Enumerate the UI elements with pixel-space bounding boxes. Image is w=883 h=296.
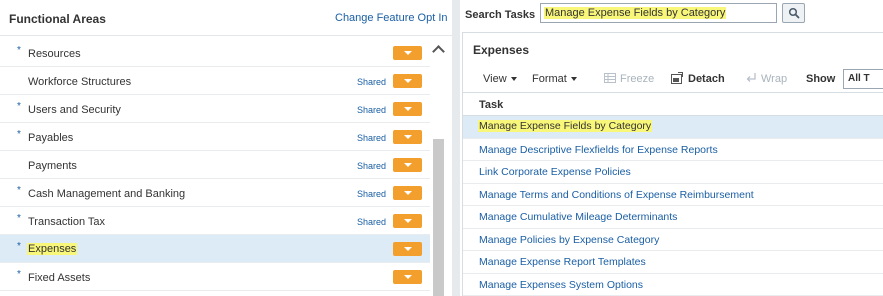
wrap-button[interactable]: Wrap (761, 73, 787, 85)
required-star: * (17, 101, 21, 112)
area-row-workforce-structures[interactable]: Workforce Structures Shared (0, 67, 430, 95)
area-actions-dropdown[interactable] (393, 102, 422, 116)
table-toolbar: View Format Freeze Detach Wrap Show All … (463, 67, 883, 91)
area-row-users-and-security[interactable]: * Users and Security Shared (0, 95, 430, 123)
required-star: * (17, 185, 21, 196)
panel-splitter[interactable] (452, 0, 460, 296)
format-menu[interactable]: Format (532, 73, 577, 85)
view-menu-label: View (483, 73, 507, 85)
area-label: Resources (28, 48, 81, 60)
wrap-icon (746, 73, 756, 82)
task-column-label: Task (479, 99, 504, 111)
chevron-down-icon (510, 77, 517, 82)
show-label: Show (806, 73, 836, 85)
task-link[interactable]: Manage Expense Report Templates (479, 256, 646, 268)
task-link[interactable]: Manage Terms and Conditions of Expense R… (479, 189, 754, 201)
areas-scrollbar[interactable] (431, 39, 445, 296)
tasks-panel: Search Tasks Manage Expense Fields by Ca… (460, 0, 883, 296)
search-tasks-input[interactable]: Manage Expense Fields by Category (540, 3, 777, 23)
task-link[interactable]: Link Corporate Expense Policies (479, 166, 631, 178)
search-button[interactable] (782, 3, 805, 23)
area-actions-dropdown[interactable] (393, 46, 422, 60)
search-tasks-value: Manage Expense Fields by Category (544, 7, 727, 19)
area-actions-dropdown[interactable] (393, 270, 422, 284)
tasks-table: Task Manage Expense Fields by Category M… (463, 92, 883, 296)
area-row-transaction-tax[interactable]: * Transaction Tax Shared (0, 207, 430, 235)
chevron-down-icon (570, 77, 577, 82)
expenses-region-title: Expenses (473, 43, 530, 57)
area-label: Users and Security (28, 104, 121, 116)
required-star: * (17, 45, 21, 56)
table-row[interactable]: Link Corporate Expense Policies (463, 161, 883, 184)
freeze-button[interactable]: Freeze (620, 73, 654, 85)
required-star: * (17, 213, 21, 224)
change-feature-opt-in-link[interactable]: Change Feature Opt In (335, 12, 448, 24)
table-row[interactable]: Manage Expense Report Templates (463, 251, 883, 274)
area-actions-dropdown[interactable] (393, 74, 422, 88)
required-star: * (17, 269, 21, 280)
freeze-icon (604, 73, 616, 83)
search-icon (788, 7, 800, 19)
required-star: * (17, 241, 21, 252)
functional-areas-header: Functional Areas Change Feature Opt In (0, 0, 452, 36)
area-actions-dropdown[interactable] (393, 242, 422, 256)
area-label: Workforce Structures (28, 76, 132, 88)
area-label: Expenses (27, 243, 78, 255)
area-row-fixed-assets[interactable]: * Fixed Assets (0, 263, 430, 291)
shared-badge: Shared (357, 133, 387, 143)
area-row-cash-management[interactable]: * Cash Management and Banking Shared (0, 179, 430, 207)
functional-areas-title: Functional Areas (9, 12, 106, 26)
detach-button[interactable]: Detach (688, 73, 725, 85)
table-row[interactable]: Manage Expense Fields by Category (463, 116, 883, 139)
expenses-tasks-region: Expenses View Format Freeze Detach Wrap … (462, 32, 883, 296)
scroll-up-arrow-icon[interactable] (433, 43, 443, 53)
table-row[interactable]: Manage Policies by Expense Category (463, 229, 883, 251)
area-actions-dropdown[interactable] (393, 214, 422, 228)
area-actions-dropdown[interactable] (393, 130, 422, 144)
task-link[interactable]: Manage Policies by Expense Category (479, 234, 659, 246)
area-label: Fixed Assets (28, 272, 91, 284)
area-label: Payables (28, 132, 74, 144)
task-column-header[interactable]: Task (463, 92, 883, 116)
scrollbar-thumb[interactable] (433, 139, 444, 296)
area-actions-dropdown[interactable] (393, 158, 422, 172)
required-star: * (17, 129, 21, 140)
area-row-expenses[interactable]: * Expenses (0, 235, 430, 263)
area-label: Cash Management and Banking (28, 188, 186, 200)
area-label: Payments (28, 160, 77, 172)
format-menu-label: Format (532, 73, 567, 85)
shared-badge: Shared (357, 217, 387, 227)
shared-badge: Shared (357, 189, 387, 199)
show-filter-select[interactable]: All T (843, 69, 883, 89)
shared-badge: Shared (357, 161, 387, 171)
functional-areas-panel: Functional Areas Change Feature Opt In *… (0, 0, 452, 296)
table-row[interactable]: Manage Cumulative Mileage Determinants (463, 206, 883, 229)
area-row-resources[interactable]: * Resources (0, 39, 430, 67)
task-link[interactable]: Manage Expenses System Options (479, 279, 643, 291)
area-row-payables[interactable]: * Payables Shared (0, 123, 430, 151)
task-link[interactable]: Manage Expense Fields by Category (478, 120, 653, 132)
area-label: Transaction Tax (28, 216, 106, 228)
shared-badge: Shared (357, 105, 387, 115)
task-link[interactable]: Manage Descriptive Flexfields for Expens… (479, 144, 718, 156)
table-row[interactable]: Manage Descriptive Flexfields for Expens… (463, 139, 883, 161)
task-link[interactable]: Manage Cumulative Mileage Determinants (479, 211, 677, 223)
table-row[interactable]: Manage Expenses System Options (463, 274, 883, 296)
area-row-payments[interactable]: Payments Shared (0, 151, 430, 179)
table-row[interactable]: Manage Terms and Conditions of Expense R… (463, 184, 883, 206)
functional-areas-list: * Resources Workforce Structures Shared … (0, 39, 430, 291)
view-menu[interactable]: View (483, 73, 517, 85)
search-tasks-label: Search Tasks (465, 9, 536, 21)
detach-icon (671, 72, 683, 84)
area-actions-dropdown[interactable] (393, 186, 422, 200)
shared-badge: Shared (357, 77, 387, 87)
